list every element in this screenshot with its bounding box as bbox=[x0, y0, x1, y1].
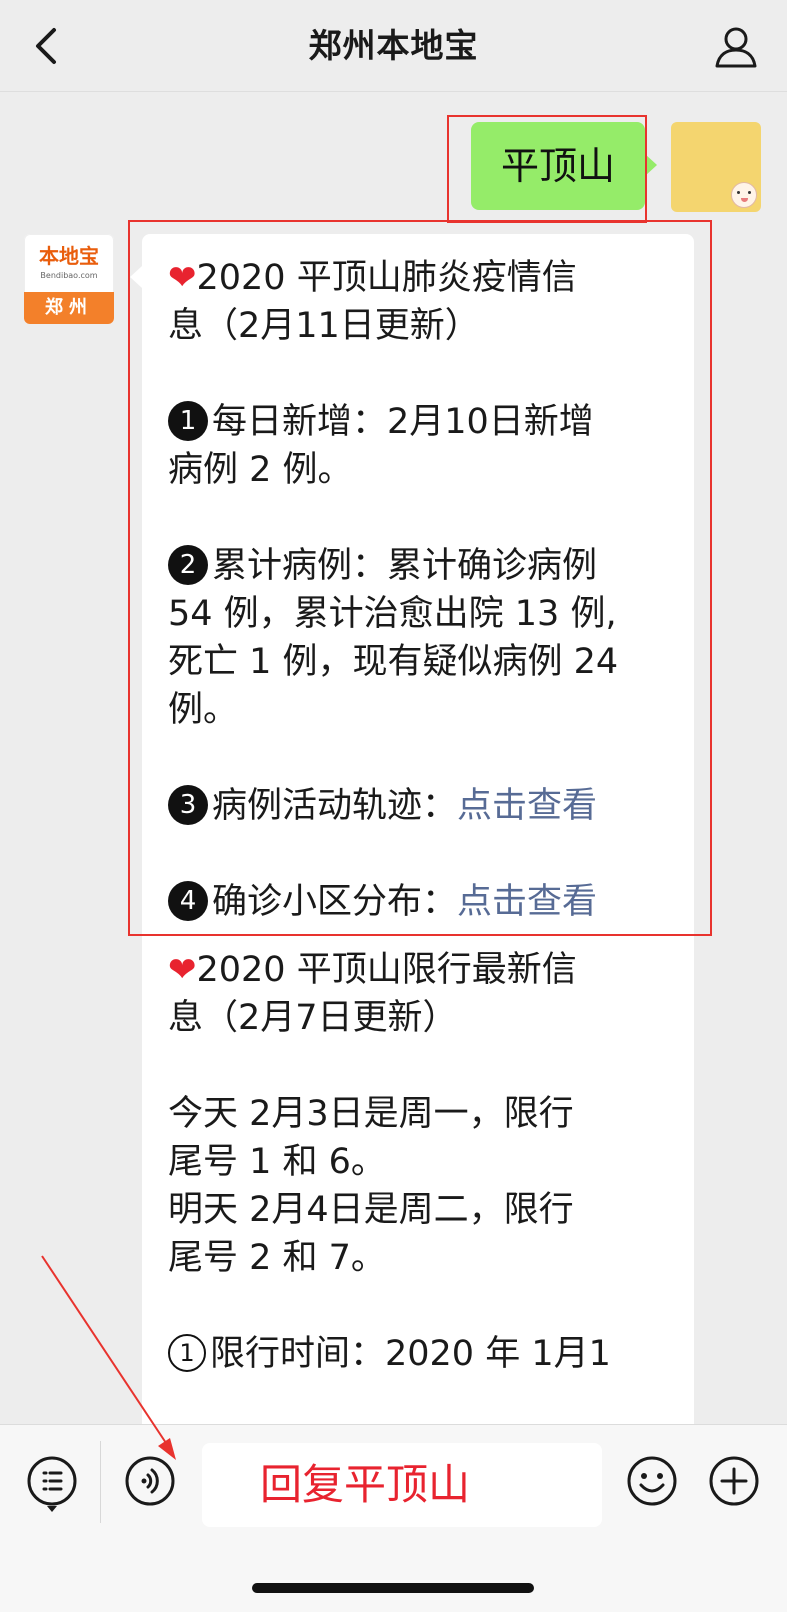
avatar-logo-area: 本地宝 Bendibao.com bbox=[24, 234, 114, 292]
nav-header: 郑州本地宝 bbox=[0, 0, 787, 92]
traffic-time-item: 1 限行时间：2020 年 1月1 bbox=[168, 1330, 670, 1378]
annotation-highlight-box bbox=[447, 115, 647, 223]
voice-icon[interactable] bbox=[124, 1455, 176, 1507]
account-avatar[interactable]: 本地宝 Bendibao.com 郑州 bbox=[24, 234, 114, 324]
heart-icon: ❤ bbox=[168, 950, 197, 990]
annotation-highlight-box bbox=[128, 220, 712, 936]
traffic-tomorrow: 明天 2月4日是周二，限行 bbox=[168, 1190, 574, 1230]
section-title-traffic-cont: 息（2月7日更新） bbox=[168, 998, 458, 1038]
emoji-icon[interactable] bbox=[626, 1455, 678, 1507]
user-icon[interactable] bbox=[713, 24, 759, 70]
sent-message-row: 平顶山 bbox=[0, 110, 787, 223]
page-title: 郑州本地宝 bbox=[308, 26, 479, 65]
avatar-domain-text: Bendibao.com bbox=[40, 271, 98, 280]
traffic-today: 今天 2月3日是周一，限行 bbox=[168, 1094, 574, 1134]
avatar-city-text: 郑州 bbox=[24, 292, 114, 324]
avatar-face-icon bbox=[731, 182, 757, 208]
chat-area[interactable]: 平顶山 本地宝 Bendibao.com 郑州 ❤2020 平顶山肺炎疫情信 息… bbox=[0, 92, 787, 1424]
plus-icon[interactable] bbox=[708, 1455, 760, 1507]
traffic-tomorrow-cont: 尾号 2 和 7。 bbox=[168, 1238, 386, 1278]
home-indicator bbox=[252, 1583, 534, 1593]
toolbar-divider bbox=[100, 1441, 101, 1523]
menu-list-icon[interactable] bbox=[26, 1455, 78, 1512]
circled-number-1: 1 bbox=[168, 1334, 206, 1372]
my-avatar[interactable] bbox=[671, 122, 761, 212]
input-toolbar: 回复平顶山 bbox=[0, 1424, 787, 1612]
section-title-traffic: ❤2020 平顶山限行最新信 bbox=[168, 950, 577, 990]
message-input-text: 回复平顶山 bbox=[260, 1460, 471, 1509]
avatar-logo-text: 本地宝 bbox=[39, 244, 99, 268]
traffic-today-cont: 尾号 1 和 6。 bbox=[168, 1142, 386, 1182]
message-input[interactable]: 回复平顶山 bbox=[202, 1443, 602, 1527]
